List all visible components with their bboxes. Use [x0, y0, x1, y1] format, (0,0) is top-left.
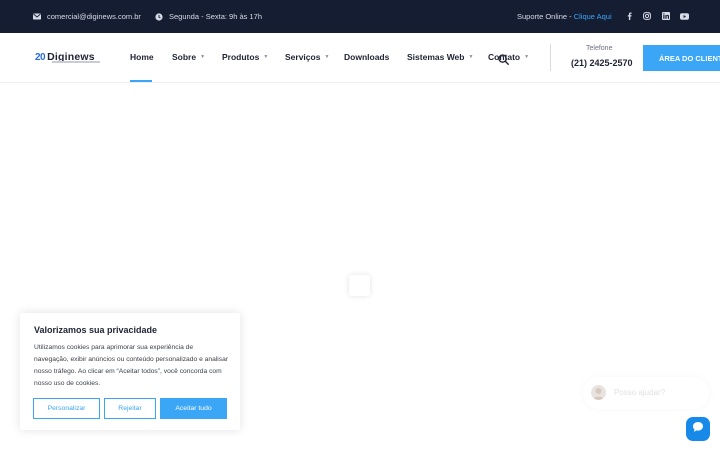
linkedin-icon[interactable] [661, 11, 671, 21]
page-loader [349, 275, 370, 296]
nav-sistemas-web[interactable]: Sistemas Web ▼ [407, 52, 473, 62]
envelope-icon [33, 13, 41, 21]
logo-mark: 20 [35, 51, 46, 63]
nav-servicos-label: Serviços [285, 52, 321, 62]
youtube-icon[interactable] [679, 11, 689, 21]
chat-bubble-icon [692, 420, 704, 438]
cookie-title: Valorizamos sua privacidade [34, 325, 158, 335]
agent-avatar [591, 385, 606, 400]
search-icon[interactable] [498, 52, 509, 65]
main-header: 20 Diginews Home Sobre ▼ Produtos ▼ Serv… [0, 33, 720, 83]
chevron-down-icon: ▼ [200, 54, 206, 60]
nav-produtos-label: Produtos [222, 52, 260, 62]
support-prefix: Suporte Online - [517, 12, 574, 21]
reject-cookies-button[interactable]: Rejeitar [104, 398, 156, 419]
chevron-down-icon: ▼ [524, 54, 530, 60]
cookie-description: Utilizamos cookies para aprimorar sua ex… [34, 344, 229, 387]
nav-sobre-label: Sobre [172, 52, 197, 62]
nav-downloads[interactable]: Downloads [344, 52, 389, 62]
facebook-icon[interactable] [624, 11, 634, 21]
chevron-down-icon: ▼ [324, 54, 330, 60]
support-link[interactable]: Clique Aqui [574, 12, 612, 21]
header-divider [550, 44, 551, 71]
email-text: comercial@diginews.com.br [47, 12, 141, 21]
logo-tagline-mark [52, 61, 100, 63]
accept-cookies-button[interactable]: Aceitar tudo [160, 398, 227, 419]
nav-produtos[interactable]: Produtos ▼ [222, 52, 268, 62]
client-area-button[interactable]: ÁREA DO CLIENTE [643, 45, 720, 71]
nav-home[interactable]: Home [130, 52, 154, 62]
chevron-down-icon: ▼ [468, 54, 474, 60]
chat-prompt-text: Posso ajudar? [614, 388, 666, 397]
nav-servicos[interactable]: Serviços ▼ [285, 52, 329, 62]
phone-label: Telefone [586, 45, 613, 52]
customize-cookies-button[interactable]: Personalizar [33, 398, 100, 419]
chat-prompt-bubble[interactable]: Posso ajudar? [583, 377, 709, 409]
nav-sobre[interactable]: Sobre ▼ [172, 52, 205, 62]
instagram-icon[interactable] [642, 11, 652, 21]
email-contact[interactable]: comercial@diginews.com.br [33, 12, 141, 21]
business-hours: Segunda - Sexta: 9h às 17h [155, 12, 262, 21]
nav-sistemas-web-label: Sistemas Web [407, 52, 465, 62]
support-online: Suporte Online - Clique Aqui [517, 12, 612, 21]
nav-downloads-label: Downloads [344, 52, 390, 62]
cookie-consent-banner: Valorizamos sua privacidade Utilizamos c… [20, 313, 240, 430]
chevron-down-icon: ▼ [263, 54, 269, 60]
top-bar: comercial@diginews.com.br Segunda - Sext… [0, 0, 720, 33]
active-nav-indicator [130, 80, 152, 82]
hours-text: Segunda - Sexta: 9h às 17h [169, 12, 262, 21]
nav-home-label: Home [130, 52, 154, 62]
phone-number[interactable]: (21) 2425-2570 [571, 58, 633, 68]
clock-icon [155, 12, 163, 21]
chat-launcher-button[interactable] [686, 417, 710, 441]
